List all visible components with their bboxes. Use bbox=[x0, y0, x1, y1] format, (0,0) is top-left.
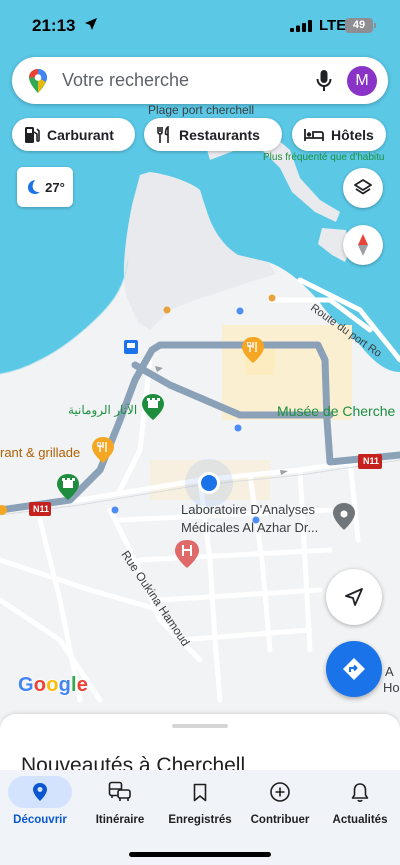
google-logo: Google bbox=[18, 674, 89, 696]
sheet-drag-handle[interactable] bbox=[172, 724, 228, 728]
bottom-navigation: Découvrir Itinéraire Enregistrés Contrib… bbox=[0, 770, 400, 865]
map-label-laboratoire-2[interactable]: Médicales Al Azhar Dr... bbox=[181, 520, 318, 535]
home-indicator bbox=[129, 852, 271, 857]
nav-enregistres[interactable]: Enregistrés bbox=[160, 776, 240, 832]
location-arrow-icon bbox=[85, 18, 97, 30]
compass-button[interactable] bbox=[343, 225, 383, 265]
directions-button[interactable] bbox=[326, 641, 382, 697]
map-label-restaurant[interactable]: rant & grillade bbox=[0, 445, 80, 460]
my-location-button[interactable] bbox=[326, 569, 382, 625]
nav-contribuer-label: Contribuer bbox=[250, 814, 310, 826]
fork-knife-icon bbox=[157, 125, 169, 143]
weather-temperature: 27° bbox=[45, 179, 65, 195]
weather-widget[interactable]: 27° bbox=[17, 167, 73, 207]
map-label-musee[interactable]: Musée de Cherche bbox=[277, 403, 395, 419]
nav-itineraire[interactable]: Itinéraire bbox=[80, 776, 160, 832]
bed-icon bbox=[304, 128, 324, 141]
microphone-icon[interactable] bbox=[316, 69, 332, 92]
nav-decouvrir[interactable]: Découvrir bbox=[0, 776, 80, 832]
nav-contribuer[interactable]: Contribuer bbox=[240, 776, 320, 832]
chip-carburant[interactable]: Carburant bbox=[12, 118, 135, 151]
bell-icon bbox=[351, 782, 369, 802]
road-shield-n11: N11 bbox=[363, 456, 380, 466]
google-maps-pin-icon bbox=[29, 69, 47, 93]
map-label-laboratoire-1[interactable]: Laboratoire D'Analyses bbox=[181, 502, 315, 517]
chip-carburant-label: Carburant bbox=[47, 126, 114, 143]
status-time: 21:13 bbox=[32, 16, 76, 35]
compass-icon bbox=[358, 234, 368, 256]
map-label-plage[interactable]: Plage port cherchell bbox=[148, 103, 254, 117]
add-circle-icon bbox=[270, 782, 290, 802]
layers-icon bbox=[354, 179, 372, 195]
search-input[interactable]: Votre recherche bbox=[62, 70, 189, 91]
map-label-edge-ho: Ho bbox=[383, 680, 400, 695]
map-label-busy: Plus fréquenté que d'habitu bbox=[263, 152, 385, 163]
chip-hotels-label: Hôtels bbox=[331, 126, 374, 143]
nav-itineraire-label: Itinéraire bbox=[95, 814, 145, 826]
crescent-moon-icon bbox=[28, 180, 40, 194]
nav-decouvrir-label: Découvrir bbox=[13, 814, 67, 826]
search-bar[interactable]: Votre recherche M bbox=[12, 57, 388, 104]
commute-icon bbox=[108, 781, 131, 801]
bookmark-icon bbox=[193, 783, 207, 801]
signal-icon bbox=[290, 20, 312, 32]
chip-restaurants-label: Restaurants bbox=[179, 126, 260, 143]
directions-icon bbox=[343, 658, 365, 680]
nav-actualites-label: Actualités bbox=[332, 814, 388, 826]
gas-station-icon bbox=[25, 126, 40, 143]
layers-button[interactable] bbox=[343, 168, 383, 208]
nav-enregistres-label: Enregistrés bbox=[168, 814, 232, 826]
navigation-arrow-icon bbox=[345, 588, 363, 606]
location-pin-icon bbox=[33, 783, 47, 801]
chip-hotels[interactable]: Hôtels bbox=[292, 118, 386, 151]
road-shield-n11-west: N11 bbox=[33, 504, 50, 514]
network-type: LTE bbox=[319, 17, 347, 34]
status-bar: 21:13 LTE 49 bbox=[0, 0, 400, 52]
nav-actualites[interactable]: Actualités bbox=[320, 776, 400, 832]
battery-icon: 49 bbox=[345, 18, 376, 33]
map-label-ruins[interactable]: الآثار الرومانية bbox=[68, 403, 137, 417]
account-avatar[interactable]: M bbox=[347, 66, 377, 96]
chip-restaurants[interactable]: Restaurants bbox=[144, 118, 282, 151]
map-label-edge-a: A bbox=[385, 664, 394, 679]
